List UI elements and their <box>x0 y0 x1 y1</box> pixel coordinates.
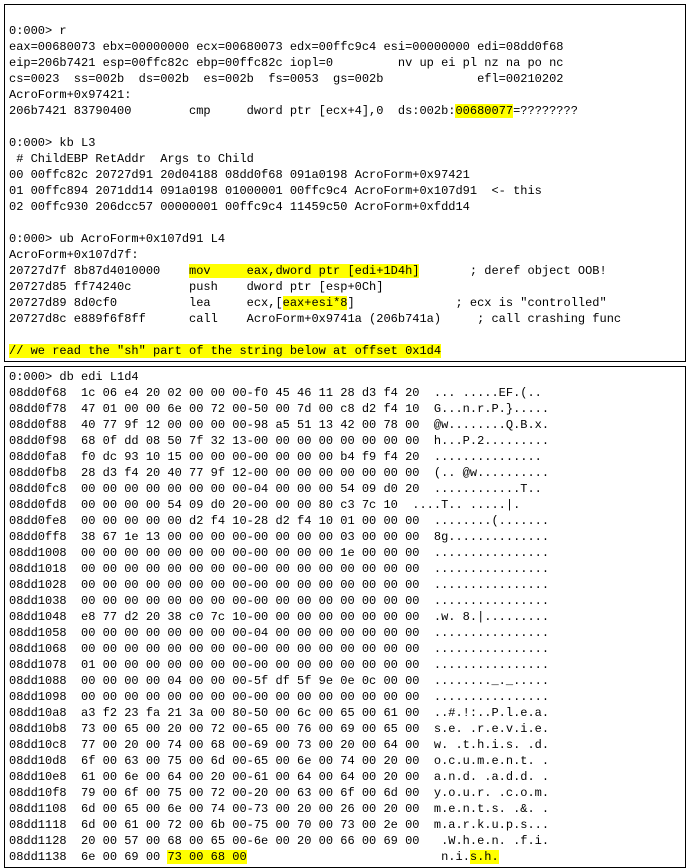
dump-row: 08dd10c8 77 00 20 00 74 00 68 00-69 00 7… <box>9 738 549 752</box>
dump-row: 08dd0f98 68 0f dd 08 50 7f 32 13-00 00 0… <box>9 434 549 448</box>
debug-box-top: 0:000> r eax=00680073 ebx=00000000 ecx=0… <box>4 4 686 362</box>
dump-row: 08dd1038 00 00 00 00 00 00 00 00-00 00 0… <box>9 594 549 608</box>
dump-row: 08dd0fe8 00 00 00 00 00 d2 f4 10-28 d2 f… <box>9 514 549 528</box>
dump-row: 08dd1018 00 00 00 00 00 00 00 00-00 00 0… <box>9 562 549 576</box>
kb-row: 02 00ffc930 206dcc57 00000001 00ffc9c4 1… <box>9 200 470 214</box>
prompt-r: 0:000> r <box>9 24 67 38</box>
dump-row: 08dd0f88 40 77 9f 12 00 00 00 00-98 a5 5… <box>9 418 549 432</box>
prompt-kb: 0:000> kb L3 <box>9 136 95 150</box>
dump-row: 08dd0fa8 f0 dc 93 10 15 00 00 00-00 00 0… <box>9 450 549 464</box>
dump-row: 08dd1068 00 00 00 00 00 00 00 00-00 00 0… <box>9 642 549 656</box>
dump-row: 08dd10d8 6f 00 63 00 75 00 6d 00-65 00 6… <box>9 754 549 768</box>
dump-row: 08dd10a8 a3 f2 23 fa 21 3a 00 80-50 00 6… <box>9 706 549 720</box>
dump-row: 08dd1128 20 00 57 00 68 00 65 00-6e 00 2… <box>9 834 549 848</box>
dump-row: 08dd1098 00 00 00 00 00 00 00 00-00 00 0… <box>9 690 549 704</box>
disasm-current: 206b7421 83790400 cmp dword ptr [ecx+4],… <box>9 104 578 118</box>
dump-row: 08dd1108 6d 00 65 00 6e 00 74 00-73 00 2… <box>9 802 549 816</box>
dump-row: 08dd1138 6e 00 69 00 73 00 68 00 n.i.s.h… <box>9 850 499 864</box>
kb-header: # ChildEBP RetAddr Args to Child <box>9 152 254 166</box>
disasm-row: 20727d85 ff74240c push dword ptr [esp+0C… <box>9 280 383 294</box>
dump-row: 08dd0f68 1c 06 e4 20 02 00 00 00-f0 45 4… <box>9 386 549 400</box>
kb-row: 00 00ffc82c 20727d91 20d04188 08dd0f68 0… <box>9 168 470 182</box>
dump-row: 08dd1088 00 00 00 00 04 00 00 00-5f df 5… <box>9 674 549 688</box>
prompt-ub: 0:000> ub AcroForm+0x107d91 L4 <box>9 232 225 246</box>
highlight-hex: 73 00 68 00 <box>167 850 246 864</box>
dump-row: 08dd1008 00 00 00 00 00 00 00 00-00 00 0… <box>9 546 549 560</box>
disasm-row: 20727d8c e889f6f8ff call AcroForm+0x9741… <box>9 312 621 326</box>
dump-row: 08dd1078 01 00 00 00 00 00 00 00-00 00 0… <box>9 658 549 672</box>
dump-row: 08dd10f8 79 00 6f 00 75 00 72 00-20 00 6… <box>9 786 549 800</box>
highlight-address: 00680077 <box>455 104 513 118</box>
disasm-row: 20727d7f 8b87d4010000 mov eax,dword ptr … <box>9 264 607 278</box>
dump-row: 08dd0fd8 00 00 00 00 54 09 d0 20-00 00 0… <box>9 498 520 512</box>
registers-line-1: eax=00680073 ebx=00000000 ecx=00680073 e… <box>9 40 564 54</box>
dump-row: 08dd1058 00 00 00 00 00 00 00 00-04 00 0… <box>9 626 549 640</box>
highlight-ascii: s.h. <box>470 850 499 864</box>
debug-box-dump: 0:000> db edi L1d4 08dd0f68 1c 06 e4 20 … <box>4 366 686 868</box>
disasm-row: 20727d89 8d0cf0 lea ecx,[eax+esi*8] ; ec… <box>9 296 607 310</box>
registers-line-2: eip=206b7421 esp=00ffc82c ebp=00ffc82c i… <box>9 56 564 70</box>
highlight-operand: eax+esi*8 <box>283 296 348 310</box>
kb-row: 01 00ffc894 2071dd14 091a0198 01000001 0… <box>9 184 542 198</box>
highlight-instruction: mov eax,dword ptr [edi+1D4h] <box>189 264 419 278</box>
dump-row: 08dd1048 e8 77 d2 20 38 c0 7c 10-00 00 0… <box>9 610 549 624</box>
dump-row: 08dd1118 6d 00 61 00 72 00 6b 00-75 00 7… <box>9 818 549 832</box>
dump-row: 08dd0ff8 38 67 1e 13 00 00 00 00-00 00 0… <box>9 530 549 544</box>
dump-row: 08dd0fb8 28 d3 f4 20 40 77 9f 12-00 00 0… <box>9 466 549 480</box>
comment-line: // we read the "sh" part of the string b… <box>9 344 441 358</box>
dump-row: 08dd10b8 73 00 65 00 20 00 72 00-65 00 7… <box>9 722 549 736</box>
dump-row: 08dd10e8 61 00 6e 00 64 00 20 00-61 00 6… <box>9 770 549 784</box>
dump-row: 08dd1028 00 00 00 00 00 00 00 00-00 00 0… <box>9 578 549 592</box>
location-label: AcroForm+0x107d7f: <box>9 248 139 262</box>
dump-row: 08dd0fc8 00 00 00 00 00 00 00 00-04 00 0… <box>9 482 549 496</box>
dump-row: 08dd0f78 47 01 00 00 6e 00 72 00-50 00 7… <box>9 402 549 416</box>
registers-line-3: cs=0023 ss=002b ds=002b es=002b fs=0053 … <box>9 72 564 86</box>
prompt-db: 0:000> db edi L1d4 <box>9 370 139 384</box>
location-label: AcroForm+0x97421: <box>9 88 131 102</box>
